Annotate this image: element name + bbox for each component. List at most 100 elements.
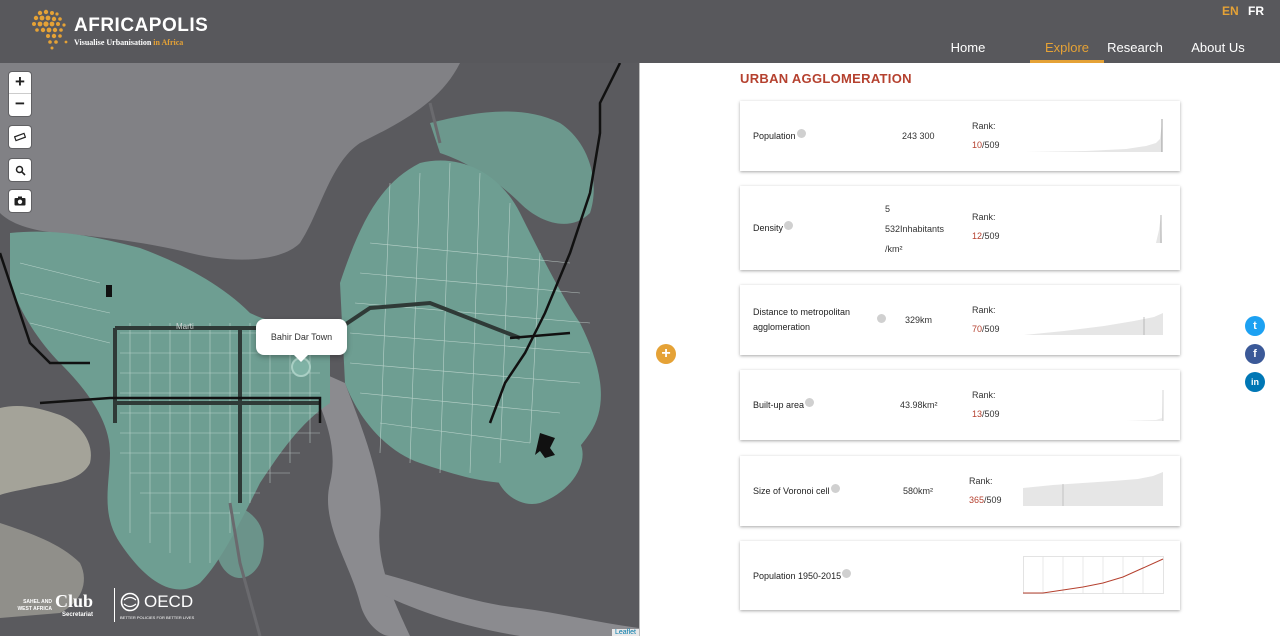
partner-divider (114, 588, 115, 622)
twitter-icon: t (1253, 320, 1257, 332)
card-label-text: Density (753, 223, 784, 233)
info-icon[interactable] (796, 129, 806, 138)
facebook-icon: f (1253, 348, 1257, 360)
swac-club-logo[interactable]: Club (55, 591, 93, 612)
main-nav: Home Explore Research About Us (932, 40, 1258, 63)
card-value: 43.98km² (900, 400, 938, 410)
rank-number: 70 (972, 324, 983, 334)
linkedin-share-button[interactable]: in (1245, 372, 1265, 392)
card-rank: Rank: 70/509 (972, 301, 1000, 339)
expand-panel-button[interactable]: + (656, 344, 676, 364)
info-icon[interactable] (784, 221, 794, 230)
lang-en[interactable]: EN (1222, 4, 1239, 18)
info-icon[interactable] (842, 569, 852, 578)
swac-secretariat: Secretariat (62, 612, 94, 618)
leaflet-attribution[interactable]: Leaflet (611, 629, 639, 636)
rank-total: /509 (982, 140, 1000, 150)
value-line-2: 532Inhabitants (885, 224, 945, 234)
ruler-icon (14, 132, 26, 142)
card-label-text: Population 1950-2015 (753, 571, 842, 581)
oecd-logo[interactable]: OECD (144, 592, 193, 612)
rank-label: Rank: (972, 390, 996, 400)
population-history-chart (1023, 556, 1164, 594)
zoom-in-button[interactable]: + (9, 72, 31, 94)
value-line-3: /km² (885, 244, 903, 254)
nav-home[interactable]: Home (932, 40, 1004, 63)
voronoi-rank-sparkline (1023, 472, 1163, 506)
card-density: Density 5 532Inhabitants /km² Rank: 12/5… (740, 186, 1180, 270)
map-view[interactable]: Marti + − Bahir Dar Town SAHEL AND WEST … (0, 63, 639, 636)
value-line-1: 5 (885, 204, 891, 214)
card-rank: Rank: 10/509 (972, 117, 1000, 155)
rank-total: /509 (984, 495, 1002, 505)
card-label: Distance to metropolitan agglomeration (753, 305, 850, 335)
panel-divider (639, 63, 640, 636)
card-label: Built-up area (753, 398, 815, 413)
nav-explore[interactable]: Explore (1030, 40, 1104, 63)
rank-label: Rank: (969, 476, 993, 486)
card-label-text: Size of Voronoi cell (753, 486, 830, 496)
card-population-history: Population 1950-2015 (740, 541, 1180, 610)
rank-total: /509 (982, 409, 1000, 419)
linkedin-icon: in (1251, 377, 1259, 387)
card-value: 243 300 (902, 131, 935, 141)
zoom-out-button[interactable]: − (9, 94, 31, 116)
rank-label: Rank: (972, 121, 996, 131)
info-icon[interactable] (877, 314, 886, 323)
card-label: Size of Voronoi cell (753, 484, 840, 499)
search-icon (15, 165, 26, 176)
card-rank: Rank: 365/509 (969, 472, 1002, 510)
language-switcher: EN FR (1216, 4, 1264, 18)
card-value: 329km (905, 315, 933, 325)
screenshot-button[interactable] (9, 190, 31, 212)
card-label-text: Population (753, 131, 796, 141)
population-rank-sparkline (1026, 119, 1163, 152)
nav-research[interactable]: Research (1104, 40, 1166, 63)
density-rank-sparkline (1156, 215, 1162, 243)
nav-about-us[interactable]: About Us (1178, 40, 1258, 63)
africa-dots-icon (32, 9, 68, 50)
card-population: Population 243 300 Rank: 10/509 (740, 101, 1180, 171)
logo-title: AFRICAPOLIS (74, 15, 209, 36)
africapolis-logo[interactable]: AFRICAPOLIS Visualise Urbanisation in Af… (30, 8, 208, 56)
card-value: 5 532Inhabitants /km² (885, 199, 944, 259)
rank-total: /509 (982, 324, 1000, 334)
road-label: Marti (176, 322, 194, 331)
top-header: AFRICAPOLIS Visualise Urbanisation in Af… (0, 0, 1280, 63)
rank-total: /509 (982, 231, 1000, 241)
card-label: Population 1950-2015 (753, 569, 852, 584)
lang-fr[interactable]: FR (1248, 4, 1264, 18)
rank-label: Rank: (972, 212, 996, 222)
river-lower (380, 573, 639, 636)
measure-button[interactable] (9, 126, 31, 148)
rank-number: 10 (972, 140, 983, 150)
urban-south (214, 503, 264, 578)
zoom-control: + − (9, 72, 31, 116)
facebook-share-button[interactable]: f (1245, 344, 1265, 364)
oecd-tagline: BETTER POLICIES FOR BETTER LIVES (120, 615, 195, 620)
built-up-rank-sparkline (1126, 390, 1164, 421)
distance-rank-sparkline (1024, 313, 1163, 335)
panel-title: URBAN AGGLOMERATION (740, 71, 912, 86)
swac-small-text: SAHEL AND WEST AFRICA (17, 599, 52, 612)
card-label-line-2: agglomeration (753, 322, 811, 332)
card-built-up-area: Built-up area 43.98km² Rank: 13/509 (740, 370, 1180, 440)
info-icon[interactable] (805, 398, 815, 407)
twitter-share-button[interactable]: t (1245, 316, 1265, 336)
card-label-text: Built-up area (753, 400, 805, 410)
search-button[interactable] (9, 159, 31, 181)
logo-subtitle-highlight: in Africa (153, 38, 184, 47)
card-distance: Distance to metropolitan agglomeration 3… (740, 285, 1180, 355)
rank-label: Rank: (972, 305, 996, 315)
info-icon[interactable] (830, 484, 840, 493)
logo-subtitle-main: Visualise Urbanisation (74, 38, 152, 47)
card-value: 580km² (903, 486, 934, 496)
rank-number: 13 (972, 409, 983, 419)
card-rank: Rank: 13/509 (972, 386, 1000, 424)
camera-icon (14, 196, 26, 206)
map-popup: Bahir Dar Town (256, 319, 347, 362)
card-label-line-1: Distance to metropolitan (753, 307, 851, 317)
rank-number: 12 (972, 231, 983, 241)
card-label: Population (753, 129, 806, 144)
card-rank: Rank: 12/509 (972, 208, 1000, 246)
